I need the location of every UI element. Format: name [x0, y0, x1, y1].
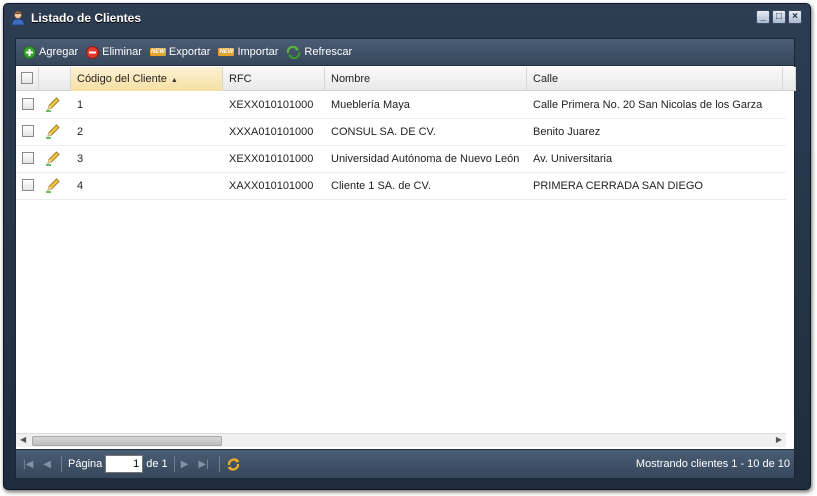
scroll-left-icon[interactable]: ◀	[20, 435, 26, 444]
table-row[interactable]: 1 XEXX010101000 Mueblería Maya Calle Pri…	[16, 92, 786, 119]
cell-code: 2	[77, 126, 84, 138]
cell-rfc: XAXX010101000	[229, 180, 314, 192]
last-page-icon[interactable]: ▶|	[198, 459, 208, 470]
minimize-button[interactable]: _	[756, 10, 770, 24]
refresh-icon	[286, 45, 301, 59]
minimize-icon: _	[760, 11, 766, 22]
column-header-code-label: Código del Cliente	[77, 73, 167, 85]
table-row[interactable]: 2 XXXA010101000 CONSUL SA. DE CV. Benito…	[16, 119, 786, 146]
edit-pencil-icon[interactable]	[45, 150, 61, 166]
row-checkbox[interactable]	[22, 125, 34, 138]
select-all-checkbox[interactable]	[21, 72, 33, 85]
table-row[interactable]: 4 XAXX010101000 Cliente 1 SA. de CV. PRI…	[16, 173, 786, 200]
select-all-cell	[16, 67, 39, 91]
add-button[interactable]: Agregar	[22, 44, 79, 61]
close-icon: ×	[792, 11, 798, 22]
edit-pencil-icon[interactable]	[45, 96, 61, 112]
new-badge-icon: NEW	[218, 48, 235, 56]
cell-code: 3	[77, 153, 84, 165]
close-button[interactable]: ×	[788, 10, 802, 24]
maximize-button[interactable]: □	[772, 10, 786, 24]
cell-street: Benito Juarez	[533, 126, 601, 138]
column-header-rfc[interactable]: RFC	[223, 67, 325, 91]
separator	[218, 456, 220, 472]
column-header-name-label: Nombre	[331, 73, 371, 85]
grid-header: Código del Cliente ▲ RFC Nombre Calle	[16, 67, 796, 91]
cell-street: Calle Primera No. 20 San Nicolas de los …	[533, 99, 763, 111]
window-title: Listado de Clientes	[31, 11, 142, 25]
column-header-name[interactable]: Nombre	[325, 67, 527, 91]
paging-status: Mostrando clientes 1 - 10 de 10	[635, 458, 790, 470]
page-number-input[interactable]	[105, 455, 144, 473]
cell-name: Mueblería Maya	[331, 99, 410, 111]
prev-page-icon[interactable]: ◀	[43, 459, 51, 470]
import-label: Importar	[237, 46, 279, 58]
maximize-icon: □	[775, 11, 783, 22]
delete-label: Eliminar	[102, 46, 142, 58]
sort-asc-icon: ▲	[170, 77, 178, 84]
cell-rfc: XEXX010101000	[229, 99, 314, 111]
refresh-label: Refrescar	[304, 46, 353, 58]
edit-pencil-icon[interactable]	[45, 177, 61, 193]
toolbar: Agregar Eliminar NEW Exportar NEW Import…	[16, 39, 794, 66]
scrollbar-thumb[interactable]	[32, 436, 222, 446]
grid-body: 1 XEXX010101000 Mueblería Maya Calle Pri…	[16, 92, 786, 200]
export-label: Exportar	[168, 46, 211, 58]
grid-panel: Agregar Eliminar NEW Exportar NEW Import…	[15, 38, 796, 478]
paging-toolbar: |◀ ◀ Página de 1 ▶ ▶| Mostrando clientes…	[16, 449, 794, 478]
column-header-street[interactable]: Calle	[527, 67, 783, 91]
page-count-label: de 1	[146, 458, 168, 470]
cell-name: CONSUL SA. DE CV.	[331, 126, 436, 138]
table-row[interactable]: 3 XEXX010101000 Universidad Autónoma de …	[16, 146, 786, 173]
column-header-code[interactable]: Código del Cliente ▲	[71, 67, 223, 91]
row-checkbox[interactable]	[22, 98, 34, 111]
column-header-street-label: Calle	[533, 73, 559, 85]
column-header-rfc-label: RFC	[229, 73, 252, 85]
refresh-button[interactable]: Refrescar	[285, 44, 353, 61]
horizontal-scrollbar[interactable]: ◀ ▶	[16, 433, 786, 447]
cell-rfc: XEXX010101000	[229, 153, 314, 165]
edit-column-header	[39, 67, 71, 91]
cell-rfc: XXXA010101000	[229, 126, 314, 138]
new-badge-icon: NEW	[149, 48, 166, 56]
title-bar[interactable]: Listado de Clientes _ □ ×	[4, 4, 810, 32]
separator	[61, 456, 62, 472]
first-page-icon[interactable]: |◀	[23, 459, 33, 470]
page-label: Página	[68, 458, 103, 470]
column-header-overflow[interactable]	[783, 67, 796, 91]
user-icon	[11, 11, 25, 26]
delete-button[interactable]: Eliminar	[85, 44, 143, 61]
next-page-icon[interactable]: ▶	[181, 459, 189, 470]
cell-name: Universidad Autónoma de Nuevo León	[331, 153, 520, 165]
edit-pencil-icon[interactable]	[45, 123, 61, 139]
add-label: Agregar	[39, 46, 79, 58]
add-icon	[23, 45, 36, 59]
scroll-right-icon[interactable]: ▶	[776, 435, 782, 444]
cell-street: PRIMERA CERRADA SAN DIEGO	[533, 180, 703, 192]
row-checkbox[interactable]	[22, 179, 34, 192]
cell-code: 1	[77, 99, 84, 111]
clients-window: Listado de Clientes _ □ × Agregar Elimin…	[3, 3, 811, 490]
export-button[interactable]: NEW Exportar	[149, 44, 212, 60]
import-button[interactable]: NEW Importar	[217, 44, 279, 60]
row-checkbox[interactable]	[22, 152, 34, 165]
cell-name: Cliente 1 SA. de CV.	[331, 180, 431, 192]
reload-icon[interactable]	[226, 457, 241, 472]
cell-code: 4	[77, 180, 84, 192]
remove-icon	[86, 45, 100, 59]
separator	[173, 456, 175, 472]
cell-street: Av. Universitaria	[533, 153, 613, 165]
